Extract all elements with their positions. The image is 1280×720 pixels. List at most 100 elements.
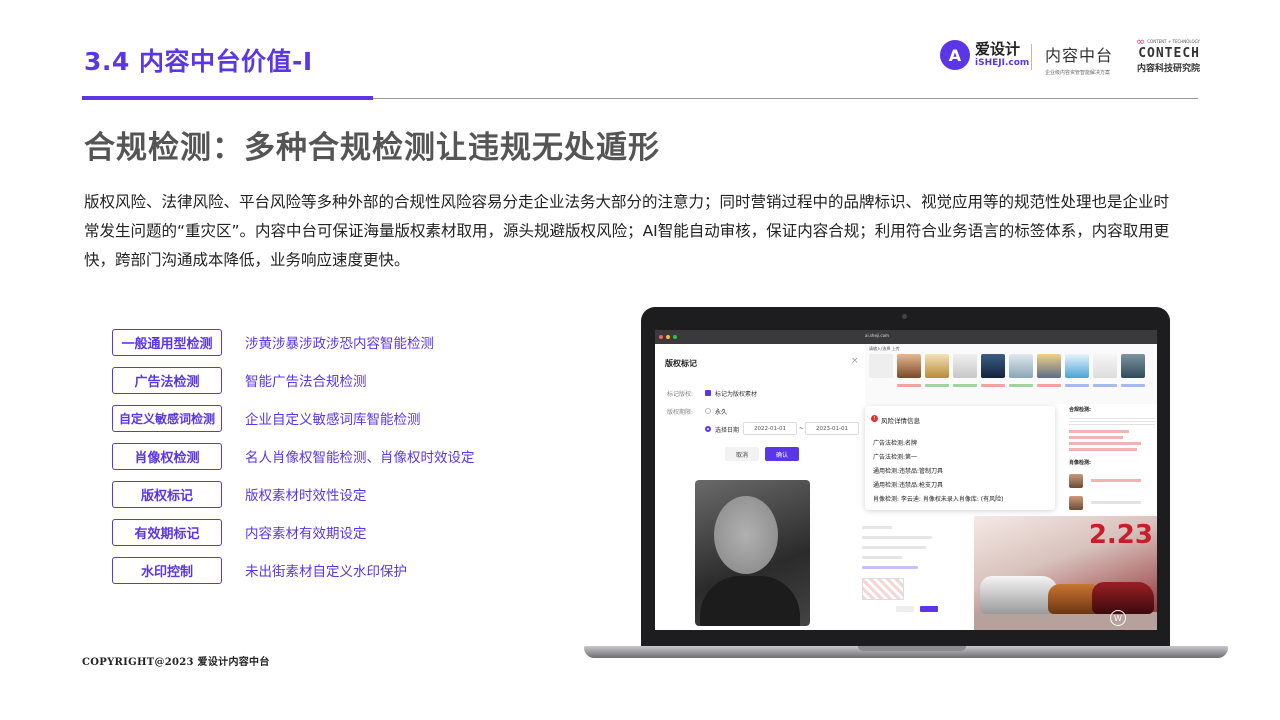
radio-forever-label: 永久 — [715, 409, 728, 416]
risk-item: 广告法检测:第一 — [873, 454, 918, 461]
watermark-settings-form — [860, 520, 968, 616]
portrait-photo — [695, 480, 810, 626]
portrait-flag — [1091, 479, 1142, 482]
gallery-title: 请输入/选择 上传 — [869, 346, 900, 351]
copyright-checkbox — [705, 390, 711, 396]
feature-tag: 水印控制 — [112, 556, 222, 584]
browser-url: ai.sheji.com — [865, 333, 889, 338]
contech-logo: ∞ CONTENT + TECHNOLOGY CONTECH 内容科技研究院 — [1136, 36, 1200, 74]
compliance-flag — [1069, 436, 1123, 439]
laptop-camera — [902, 314, 907, 319]
cancel-button: 取消 — [725, 447, 759, 461]
form-field — [862, 546, 926, 549]
checkbox-label: 标记为版权素材 — [715, 391, 758, 398]
platform-logo: 内容中台 企业级内容资管智能解决方案 — [1045, 42, 1113, 76]
field-label: 标记版权: — [667, 391, 694, 398]
gallery-thumb — [1121, 354, 1145, 378]
radio-date-label: 选择日期 — [715, 427, 740, 434]
feature-desc: 内容素材有效期设定 — [245, 526, 367, 542]
isheji-logo-en: iSHEJI.com — [975, 58, 1030, 68]
laptop-screen: ai.sheji.com 版权标记 × 标记版权: 标记为版权素材 版权期限: … — [655, 330, 1157, 630]
laptop-notch — [858, 646, 966, 651]
watermark-preview — [862, 578, 904, 600]
risk-detail-card: ! 风险详情信息 广告法检测:名牌 广告法检测:第一 通用检测:违禁品:管制刀具… — [865, 406, 1055, 510]
thumb-tag — [897, 384, 921, 387]
platform-logo-title: 内容中台 — [1045, 46, 1114, 65]
date-separator: ~ — [799, 425, 805, 432]
avatar — [1069, 473, 1083, 488]
form-cancel-button — [896, 606, 914, 612]
compliance-flag — [1069, 448, 1137, 451]
gallery-thumb — [1065, 354, 1089, 378]
ad-number: 2.23 — [1088, 520, 1153, 550]
gallery-thumb — [981, 354, 1005, 378]
form-field — [862, 536, 932, 539]
radio-date — [705, 426, 711, 432]
thumb-tag — [981, 384, 1005, 387]
gallery-thumb — [897, 354, 921, 378]
compliance-flag — [1069, 430, 1129, 433]
thumb-tag — [953, 384, 977, 387]
minimize-dot-icon — [666, 335, 670, 339]
portrait-check-title: 肖像检测: — [1069, 460, 1091, 466]
white-suv — [980, 576, 1058, 614]
form-field — [862, 526, 892, 529]
feature-tag: 有效期标记 — [112, 518, 222, 546]
feature-tag: 自定义敏感词检测 — [112, 404, 222, 432]
close-dot-icon — [659, 335, 663, 339]
form-confirm-button — [920, 606, 938, 612]
body-paragraph: 版权风险、法律风险、平台风险等多种外部的合规性风险容易分走企业法务大部分的注意力… — [84, 193, 1170, 269]
risk-item: 肖像检测: 李云迪: 肖像权未录入肖像库: (有风险) — [873, 496, 1004, 503]
dialog-title: 版权标记 — [665, 359, 697, 368]
car-ad-image: 2.23 W — [974, 516, 1157, 630]
feature-tag: 肖像权检测 — [112, 442, 222, 470]
portrait-note — [1091, 501, 1142, 504]
compliance-flag — [1069, 442, 1141, 445]
headline: 合规检测：多种合规检测让违规无处遁形 — [84, 130, 660, 166]
isheji-logo-cn: 爱设计 — [975, 40, 1021, 58]
start-date-field: 2022-01-01 — [743, 422, 797, 435]
maximize-dot-icon — [673, 335, 677, 339]
form-slider — [862, 566, 918, 569]
close-icon: × — [851, 356, 859, 366]
gallery-thumb — [1037, 354, 1061, 378]
compliance-title: 合规检测: — [1069, 407, 1091, 413]
portrait-check-row — [1069, 492, 1155, 511]
feature-item: 水印控制 未出街素材自定义水印保护 — [112, 551, 475, 589]
upload-thumb — [869, 354, 893, 378]
title-underline-accent — [82, 96, 373, 100]
compliance-note — [1069, 416, 1155, 426]
feature-desc: 智能广告法合规检测 — [245, 374, 367, 390]
contech-name: CONTECH — [1138, 46, 1200, 61]
risk-item: 通用检测:违禁品:枪支刀具 — [873, 482, 944, 489]
copyright-dialog: 版权标记 × 标记版权: 标记为版权素材 版权期限: 永久 选择日期 2022-… — [655, 344, 865, 630]
risk-item: 通用检测:违禁品:管制刀具 — [873, 468, 944, 475]
thumb-tag — [1121, 384, 1145, 387]
feature-desc: 名人肖像权智能检测、肖像权时效设定 — [245, 450, 475, 466]
contech-cn: 内容科技研究院 — [1136, 64, 1200, 75]
feature-desc: 未出街素材自定义水印保护 — [245, 564, 407, 580]
browser-toolbar: ai.sheji.com — [655, 330, 1157, 344]
thumb-tag — [1009, 384, 1033, 387]
feature-desc: 企业自定义敏感词库智能检测 — [245, 412, 421, 428]
isheji-logo-icon: A — [940, 40, 970, 70]
gallery-thumb — [925, 354, 949, 378]
feature-tag: 广告法检测 — [112, 366, 222, 394]
avatar — [1069, 495, 1083, 510]
blurred-face — [714, 496, 778, 574]
warning-icon: ! — [871, 415, 878, 422]
feature-list: 一般通用型检测 涉黄涉暴涉政涉恐内容智能检测 广告法检测 智能广告法合规检测 自… — [112, 323, 475, 589]
field-label: 版权期限: — [667, 409, 694, 416]
showroom-floor — [974, 612, 1157, 630]
platform-logo-subtitle: 企业级内容资管智能解决方案 — [1045, 70, 1111, 76]
vw-logo-icon: W — [1110, 610, 1126, 626]
end-date-field: 2023-01-01 — [805, 422, 859, 435]
gallery-thumb — [1093, 354, 1117, 378]
risk-item: 广告法检测:名牌 — [873, 440, 918, 447]
feature-item: 自定义敏感词检测 企业自定义敏感词库智能检测 — [112, 399, 475, 437]
feature-item: 肖像权检测 名人肖像权智能检测、肖像权时效设定 — [112, 437, 475, 475]
form-field — [862, 556, 902, 559]
gallery-thumb — [953, 354, 977, 378]
isheji-logo: A 爱设计 iSHEJI.com — [940, 40, 1029, 70]
radio-forever — [705, 408, 711, 414]
